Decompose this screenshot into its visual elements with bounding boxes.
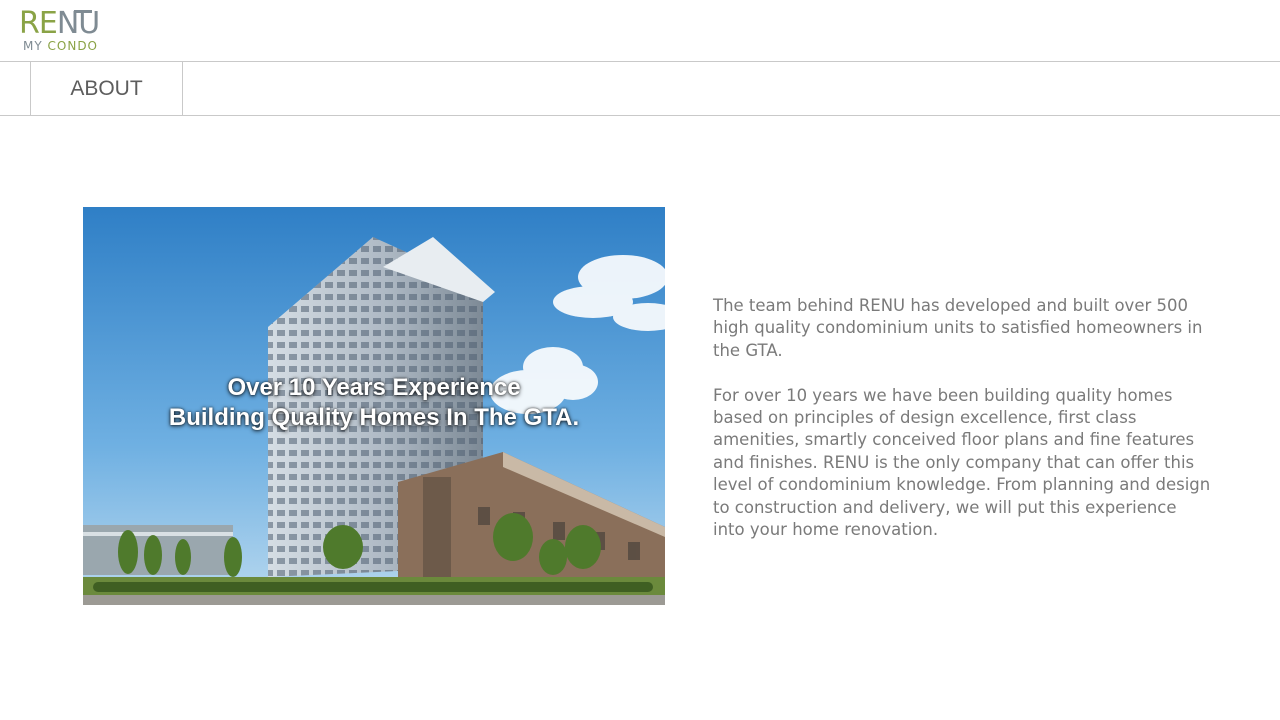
- tab-about[interactable]: ABOUT: [30, 62, 183, 115]
- site-header: RENU MY CONDO: [0, 0, 1280, 62]
- tab-about-label: ABOUT: [70, 76, 143, 100]
- logo-macron: [74, 10, 92, 13]
- renu-logo[interactable]: RENU MY CONDO: [19, 6, 100, 54]
- hero-image: Over 10 Years Experience Building Qualit…: [83, 207, 665, 605]
- main-nav: ABOUT: [0, 62, 1280, 116]
- hero-headline-line1: Over 10 Years Experience: [227, 374, 521, 401]
- about-paragraph-1: The team behind RENU has developed and b…: [713, 296, 1203, 360]
- about-text: The team behind RENU has developed and b…: [713, 295, 1213, 564]
- about-paragraph-2: For over 10 years we have been building …: [713, 385, 1211, 540]
- logo-tagline-condo: CONDO: [47, 39, 99, 53]
- logo-wordmark-re: RE: [19, 6, 58, 41]
- hero-headline-line2: Building Quality Homes In The GTA.: [168, 404, 580, 431]
- logo-tagline: MY CONDO: [23, 39, 98, 53]
- logo-tagline-my: MY: [23, 39, 43, 53]
- hero-headline: Over 10 Years Experience Building Qualit…: [83, 373, 665, 433]
